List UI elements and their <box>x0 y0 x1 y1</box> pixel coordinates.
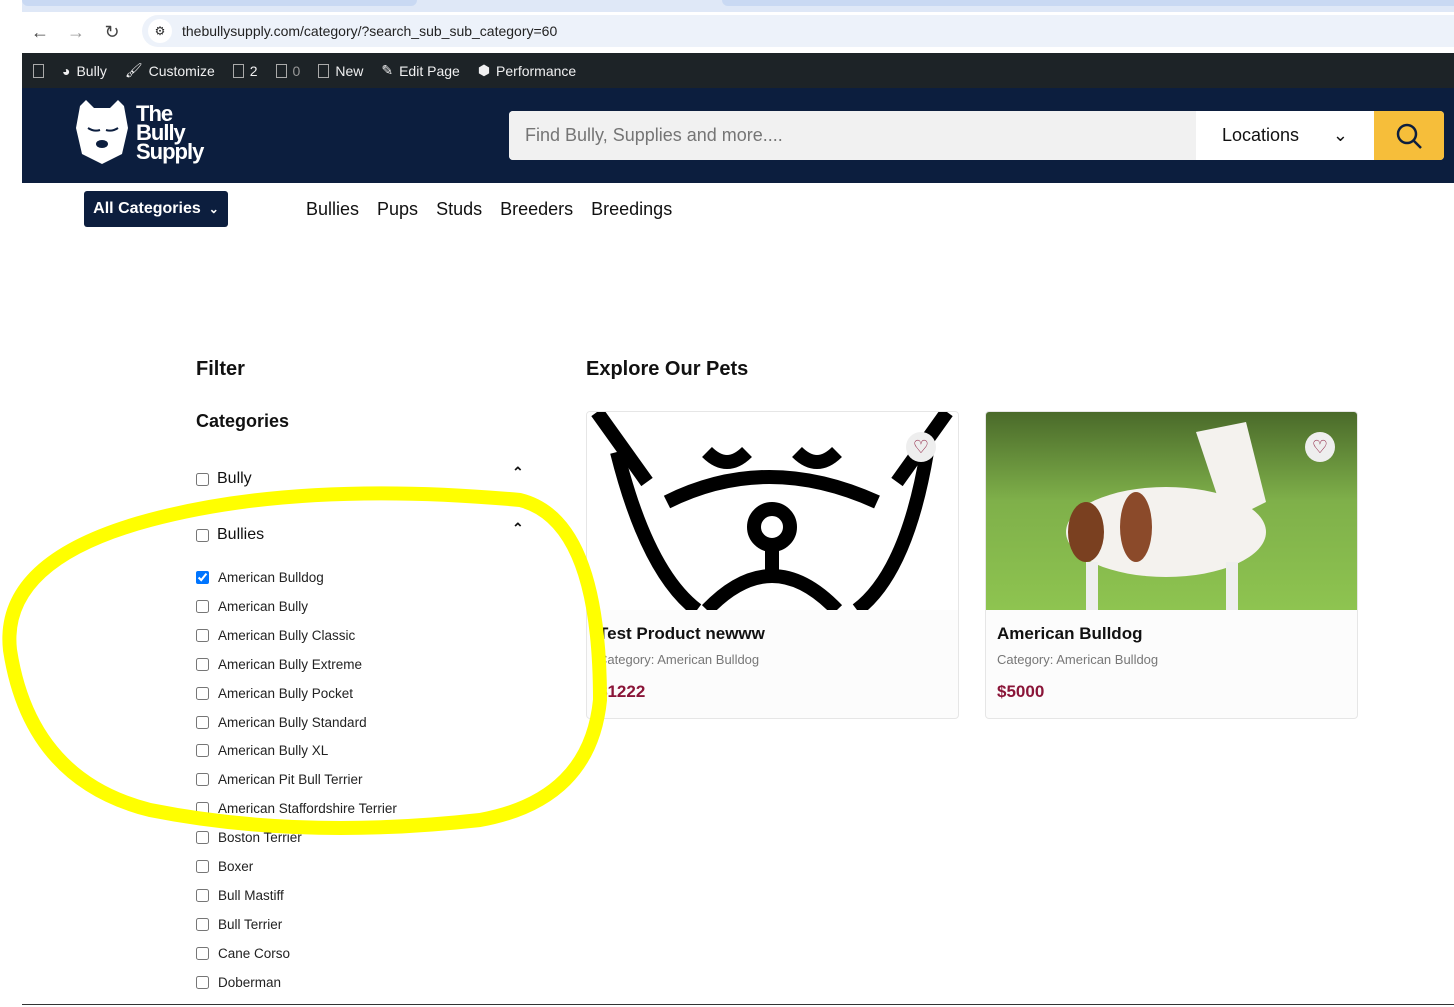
subcategory-item[interactable]: American Staffordshire Terrier <box>196 801 397 816</box>
main-nav: All Categories ⌄ Bullies Pups Studs Breed… <box>84 191 672 227</box>
url-field[interactable]: ⚙ thebullysupply.com/category/?search_su… <box>142 15 1454 47</box>
product-image[interactable]: ♡ <box>986 412 1357 610</box>
category-bully[interactable]: Bully <box>196 470 252 488</box>
subcategory-item[interactable]: American Bully Classic <box>196 628 355 643</box>
chevron-up-icon[interactable]: ⌃ <box>512 464 524 481</box>
chevron-down-icon: ⌄ <box>208 202 219 216</box>
update-icon <box>275 63 287 78</box>
subcategory-checkbox[interactable] <box>196 860 209 873</box>
subcategory-checkbox[interactable] <box>196 657 209 671</box>
pencil-icon: ✎ <box>381 62 394 78</box>
subcategory-checkbox[interactable] <box>196 773 209 787</box>
subcategory-checkbox[interactable] <box>196 802 209 816</box>
categories-title: Categories <box>196 411 290 431</box>
product-price: $5000 <box>997 682 1045 701</box>
subcategory-item[interactable]: American Bully Extreme <box>196 657 362 672</box>
admin-site[interactable]: ◕ Bully <box>62 63 107 79</box>
bulldog-logo-icon <box>76 100 128 164</box>
admin-updates[interactable]: 0 <box>275 63 300 79</box>
chevron-up-icon[interactable]: ⌃ <box>512 520 524 537</box>
subcategory-checkbox[interactable] <box>196 744 209 758</box>
subcategory-checkbox[interactable] <box>196 946 209 960</box>
subcategory-checkbox[interactable] <box>196 975 209 989</box>
forward-icon[interactable]: → <box>58 22 94 43</box>
subcategory-item[interactable]: Doberman <box>196 975 281 990</box>
subcategory-checkbox[interactable] <box>196 888 209 902</box>
nav-breeders[interactable]: Breeders <box>500 199 573 220</box>
subcategory-item[interactable]: American Bully Pocket <box>196 686 353 701</box>
brush-icon: 🖌 <box>124 62 143 78</box>
plus-icon <box>318 63 330 78</box>
subcategory-checkbox[interactable] <box>196 917 209 931</box>
all-categories-button[interactable]: All Categories ⌄ <box>84 191 228 227</box>
wp-logo-icon[interactable] <box>33 63 44 78</box>
subcategory-checkbox[interactable] <box>196 628 209 642</box>
subcategory-item[interactable]: American Bully <box>196 599 308 614</box>
comment-icon <box>232 63 244 78</box>
site-settings-icon[interactable]: ⚙ <box>148 19 172 43</box>
subcategory-checkbox[interactable] <box>196 715 209 729</box>
product-category: Category: American Bulldog <box>598 652 760 667</box>
product-price: $1222 <box>598 682 646 701</box>
subcategory-item[interactable]: American Bulldog <box>196 570 324 585</box>
category-checkbox[interactable] <box>196 528 209 542</box>
address-bar-row: ← → ↻ ⚙ thebullysupply.com/category/?sea… <box>22 12 1454 53</box>
category-bullies[interactable]: Bullies <box>196 526 264 544</box>
admin-new[interactable]: New <box>318 63 363 79</box>
tab-strip <box>22 0 1454 12</box>
admin-comments[interactable]: 2 <box>232 63 258 79</box>
divider <box>22 1004 1454 1005</box>
subcategory-checkbox[interactable] <box>196 599 209 613</box>
dashboard-icon: ◕ <box>62 62 71 79</box>
nav-studs[interactable]: Studs <box>436 199 482 220</box>
site-logo[interactable]: The Bully Supply <box>72 98 204 166</box>
back-icon[interactable]: ← <box>22 22 58 43</box>
locations-dropdown[interactable]: Locations ⌄ <box>1196 111 1374 160</box>
product-card[interactable]: ♡ Test Product newww Category: American … <box>586 411 959 719</box>
subcategory-item[interactable]: Boxer <box>196 859 253 874</box>
search-bar: Locations⌄ <box>509 111 1444 160</box>
search-button[interactable] <box>1374 111 1444 160</box>
subcategory-item[interactable]: Boston Terrier <box>196 830 302 845</box>
nav-pups[interactable]: Pups <box>377 199 418 220</box>
subcategory-item[interactable]: American Bully Standard <box>196 715 367 730</box>
product-image[interactable]: ♡ <box>587 412 958 610</box>
heart-icon[interactable]: ♡ <box>906 432 936 462</box>
heart-icon[interactable]: ♡ <box>1305 432 1335 462</box>
product-name[interactable]: Test Product newww <box>598 624 765 644</box>
admin-bar: ◕ Bully 🖌 Customize 2 0 New ✎ Edit Page ⬢ Pe… <box>22 53 1454 88</box>
subcategory-checkbox[interactable] <box>196 571 209 584</box>
subcategory-item[interactable]: Cane Corso <box>196 946 290 961</box>
reload-icon[interactable]: ↻ <box>94 22 130 43</box>
search-input[interactable] <box>509 111 1196 160</box>
site-header: TheBullySupply Locations⌄ <box>22 88 1454 183</box>
subcategory-checkbox[interactable] <box>196 686 209 700</box>
category-checkbox[interactable] <box>196 472 209 486</box>
search-icon <box>1396 123 1422 149</box>
product-category: Category: American Bulldog <box>997 652 1159 667</box>
url-text: thebullysupply.com/category/?search_sub_… <box>182 23 558 39</box>
product-card[interactable]: ♡ American Bulldog Category: American Bu… <box>985 411 1358 719</box>
subcategory-item[interactable]: American Bully XL <box>196 743 328 758</box>
admin-performance[interactable]: ⬢ Performance <box>478 62 576 79</box>
subcategory-item[interactable]: Bull Mastiff <box>196 888 284 903</box>
subcategory-item[interactable]: American Pit Bull Terrier <box>196 772 363 787</box>
filter-title: Filter <box>196 358 245 380</box>
performance-icon: ⬢ <box>477 62 491 78</box>
admin-edit-page[interactable]: ✎ Edit Page <box>381 62 459 79</box>
subcategory-item[interactable]: Bull Terrier <box>196 917 282 932</box>
explore-title: Explore Our Pets <box>586 358 749 380</box>
product-name[interactable]: American Bulldog <box>997 624 1142 644</box>
admin-customize[interactable]: 🖌 Customize <box>125 62 215 79</box>
nav-bullies[interactable]: Bullies <box>306 199 359 220</box>
nav-breedings[interactable]: Breedings <box>591 199 672 220</box>
chevron-down-icon: ⌄ <box>1332 125 1348 145</box>
subcategory-checkbox[interactable] <box>196 831 209 845</box>
